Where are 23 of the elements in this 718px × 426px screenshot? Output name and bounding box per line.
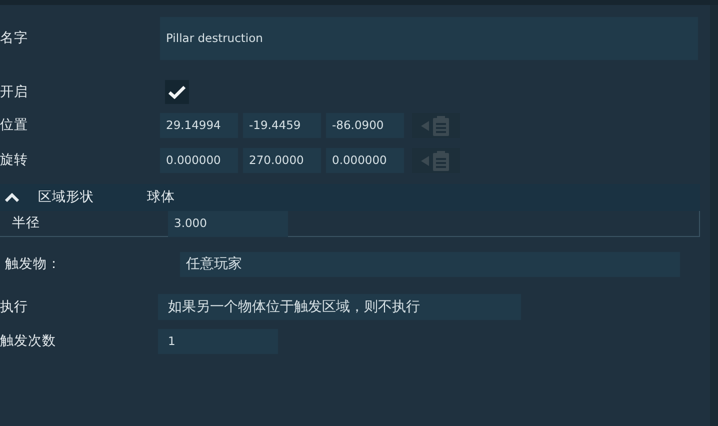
input-field[interactable]: -86.0900 xyxy=(326,113,404,138)
checkbox[interactable] xyxy=(165,80,189,104)
input-field[interactable]: 任意玩家 xyxy=(180,252,680,277)
input-field[interactable]: 0.000000 xyxy=(326,148,404,173)
input-field[interactable]: 0.000000 xyxy=(160,148,238,173)
field-label: 触发次数 xyxy=(0,332,57,352)
input-field[interactable]: 如果另一个物体位于触发区域，则不执行 xyxy=(158,294,521,320)
field-label: 旋转 xyxy=(0,151,29,170)
field-label: 半径 xyxy=(11,214,41,234)
input-field[interactable]: 270.0000 xyxy=(243,148,321,173)
section-title: 区域形状 xyxy=(37,188,95,208)
field-label: 名字 xyxy=(0,29,29,48)
field-label: 触发物： xyxy=(4,255,62,274)
field-label: 位置 xyxy=(0,116,29,136)
field-label: 执行 xyxy=(0,298,29,317)
shape-value: 球体 xyxy=(147,188,175,208)
input-field[interactable]: 29.14994 xyxy=(160,113,238,138)
input-field[interactable]: -19.4459 xyxy=(243,113,321,138)
collapse-toggle[interactable] xyxy=(5,192,19,202)
input-field[interactable]: Pillar destruction xyxy=(160,17,698,60)
input-field[interactable]: 3.000 xyxy=(168,210,288,236)
field-label: 开启 xyxy=(0,82,29,102)
input-field[interactable]: 1 xyxy=(158,329,278,354)
